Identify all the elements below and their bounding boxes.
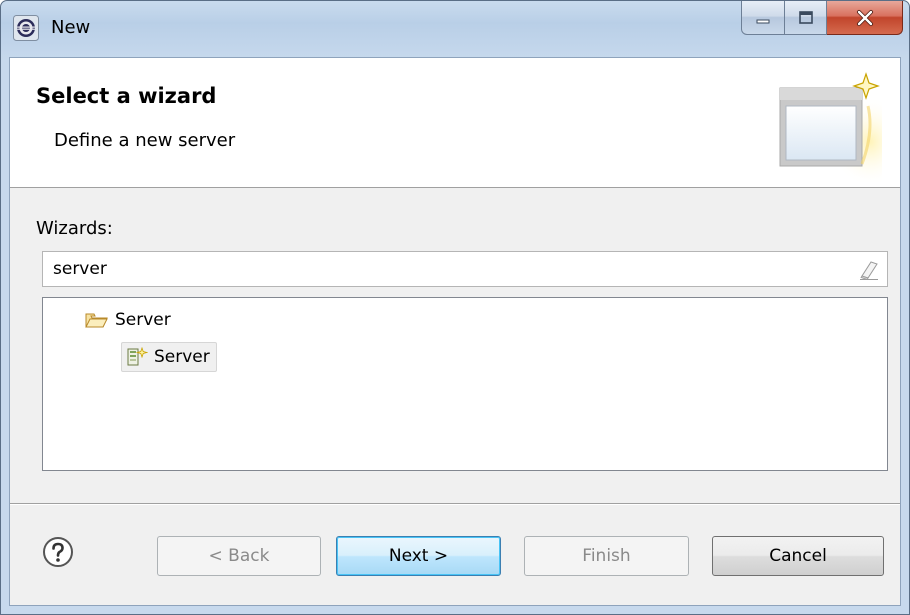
tree-item-server[interactable]: Server [121, 342, 217, 372]
wizard-header: Select a wizard Define a new server [10, 58, 900, 188]
minimize-button[interactable] [741, 1, 785, 35]
maximize-icon [798, 10, 813, 24]
page-description: Define a new server [54, 130, 236, 151]
dialog-client-area: Select a wizard Define a new server Wiza… [9, 57, 901, 606]
footer-separator [10, 503, 900, 505]
tree-category-label: Server [115, 310, 171, 330]
maximize-button[interactable] [785, 1, 827, 35]
wizard-filter-input[interactable]: server [42, 251, 888, 287]
page-title: Select a wizard [36, 84, 217, 108]
help-icon[interactable] [42, 536, 74, 568]
tree-item-label: Server [154, 347, 210, 367]
close-icon [856, 9, 873, 26]
back-button[interactable]: < Back [157, 536, 321, 576]
eraser-icon[interactable] [859, 260, 879, 280]
window-title: New [51, 17, 91, 38]
new-server-icon [127, 347, 148, 366]
folder-open-icon [85, 313, 108, 328]
finish-button[interactable]: Finish [524, 536, 689, 576]
new-wizard-banner-icon [779, 72, 882, 182]
new-wizard-window: New Select a wizard Define a new server … [0, 0, 910, 615]
close-button[interactable] [827, 1, 903, 35]
cancel-button[interactable]: Cancel [712, 536, 884, 576]
filter-value: server [53, 259, 107, 279]
title-bar[interactable]: New [1, 1, 909, 57]
wizards-label: Wizards: [36, 218, 113, 239]
next-button[interactable]: Next > [336, 536, 501, 576]
tree-category-server[interactable]: Server [85, 306, 171, 334]
wizard-tree[interactable]: Server Server [42, 297, 888, 471]
window-controls [741, 1, 903, 35]
minimize-icon [756, 19, 770, 23]
eclipse-icon [13, 15, 39, 41]
